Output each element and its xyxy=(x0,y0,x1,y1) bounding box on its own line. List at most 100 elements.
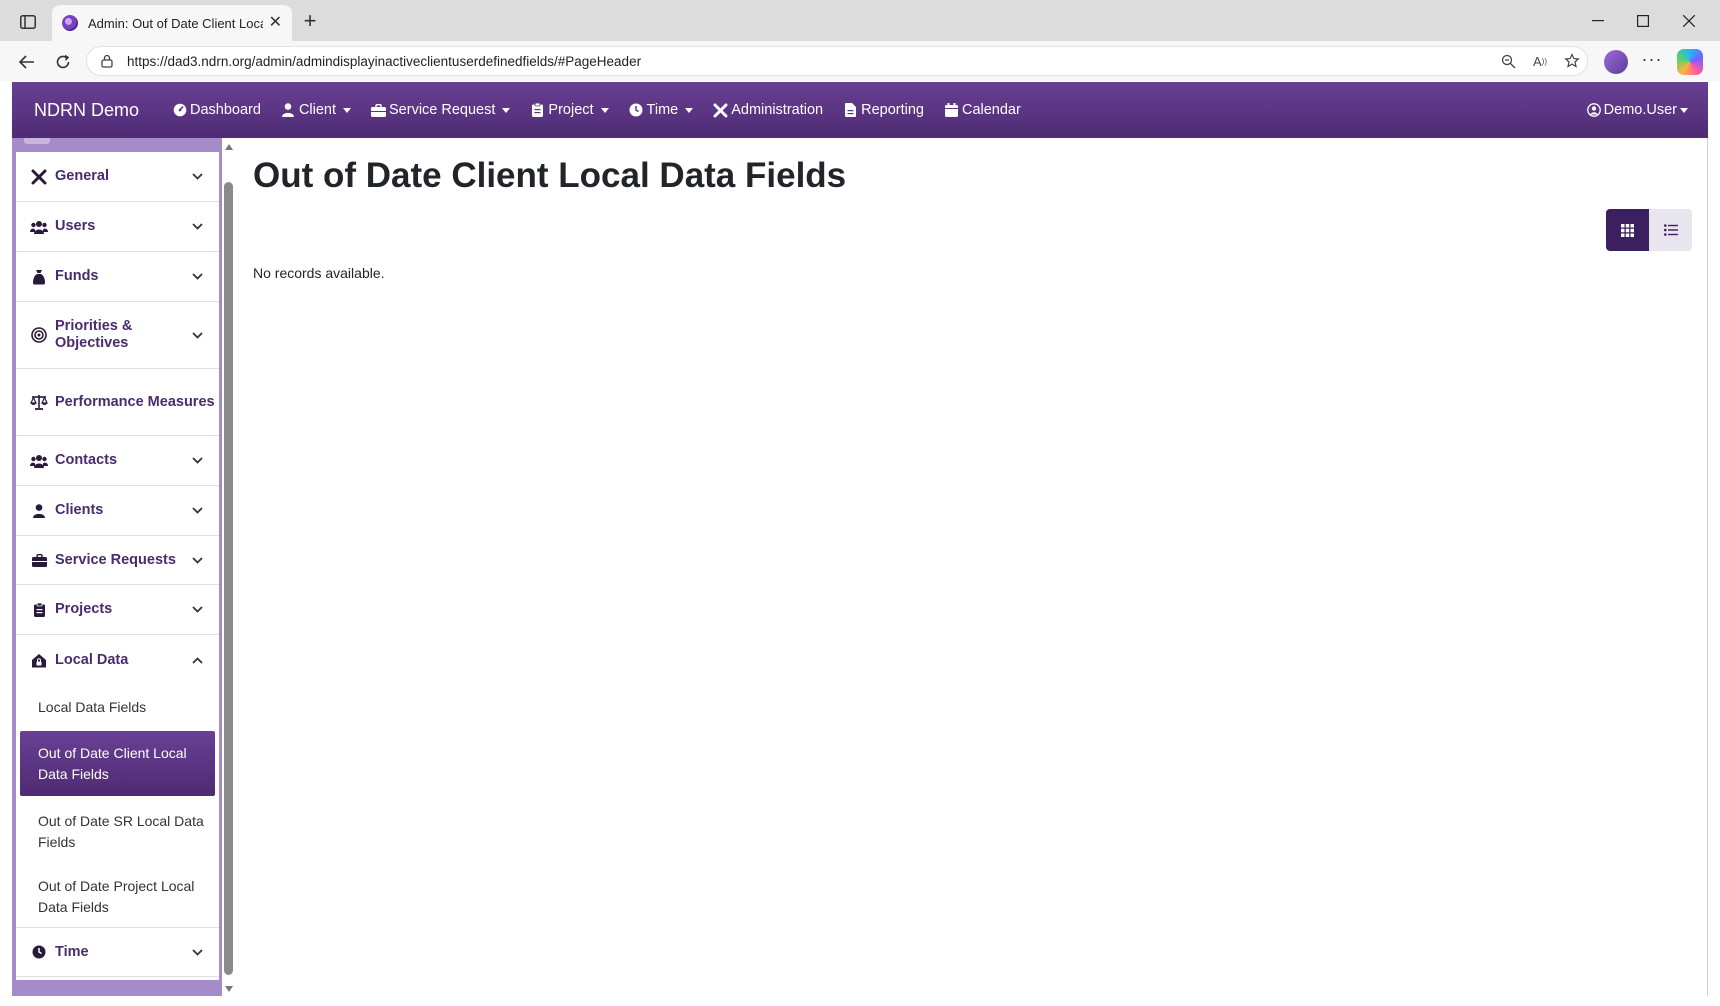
dashboard-icon xyxy=(172,103,187,118)
grid-icon xyxy=(1621,223,1634,237)
brand-link[interactable]: NDRN Demo xyxy=(34,82,139,138)
sidebar-item-funds[interactable]: Funds xyxy=(16,252,219,302)
chevron-down-icon xyxy=(189,503,205,519)
sidebar-item-label: Users xyxy=(55,218,96,234)
tab-actions-icon[interactable] xyxy=(14,11,42,33)
sidebar-item-label: Service Requests xyxy=(55,551,176,568)
sidebar-subitem-out-of-date-client-local-data-fields[interactable]: Out of Date Client Local Data Fields xyxy=(20,731,215,796)
user-circle-icon xyxy=(1586,103,1601,117)
nav-project-label: Project xyxy=(548,102,594,118)
chevron-down-icon xyxy=(343,107,352,113)
sidebar-subitem-out-of-date-sr-local-data-fields[interactable]: Out of Date SR Local Data Fields xyxy=(16,801,219,863)
clipboard-icon xyxy=(530,103,545,118)
nav-administration-label: Administration xyxy=(731,102,824,118)
sidebar-item-label: Funds xyxy=(55,268,99,284)
scroll-down-icon[interactable] xyxy=(225,986,233,992)
clock-icon xyxy=(629,103,644,118)
chevron-down-icon xyxy=(189,453,205,469)
user-icon xyxy=(30,502,48,520)
nav-administration[interactable]: Administration xyxy=(713,102,823,118)
nav-project[interactable]: Project xyxy=(530,102,609,118)
zoom-icon[interactable] xyxy=(1496,49,1520,73)
profile-avatar[interactable] xyxy=(1604,50,1628,74)
sidebar-item-clients[interactable]: Clients xyxy=(16,486,219,536)
sidebar-item-projects[interactable]: Projects xyxy=(16,585,219,635)
chevron-down-icon xyxy=(685,107,694,113)
sidebar-item-label: Local Data xyxy=(55,651,129,668)
sidebar-scrollbar[interactable] xyxy=(224,140,235,992)
nav-client[interactable]: Client xyxy=(281,102,352,118)
nav-dashboard-label: Dashboard xyxy=(190,102,261,118)
clipboard-icon xyxy=(30,601,48,619)
chevron-down-icon xyxy=(189,327,205,343)
sidebar-subitem-local-data-fields[interactable]: Local Data Fields xyxy=(16,689,219,725)
sidebar-item-service-requests[interactable]: Service Requests xyxy=(16,536,219,585)
back-button[interactable] xyxy=(14,49,40,75)
empty-state-message: No records available. xyxy=(253,265,385,281)
sidebar-accordion: General Users Funds Priorities & Objecti… xyxy=(16,152,219,980)
browser-tab-active[interactable]: Admin: Out of Date Client Local Data Fie… xyxy=(52,5,292,41)
briefcase-icon xyxy=(371,103,387,118)
scrollbar-thumb[interactable] xyxy=(224,182,233,975)
sidebar-item-local-data[interactable]: Local Data xyxy=(16,635,219,685)
users-icon xyxy=(30,452,48,470)
chevron-down-icon xyxy=(189,552,205,568)
sidebar-item-label: General xyxy=(55,168,109,184)
tools-icon xyxy=(30,168,48,186)
grid-view-button[interactable] xyxy=(1606,209,1649,251)
site-info-icon[interactable] xyxy=(99,53,115,69)
new-tab-button[interactable]: + xyxy=(297,9,323,35)
reload-button[interactable] xyxy=(50,49,76,75)
user-menu-label: Demo.User xyxy=(1603,102,1677,118)
list-view-button[interactable] xyxy=(1649,209,1692,251)
sidebar-item-priorities-objectives[interactable]: Priorities & Objectives xyxy=(16,302,219,369)
page-title: Out of Date Client Local Data Fields xyxy=(253,156,847,195)
browser-tab-title: Admin: Out of Date Client Local Data Fie… xyxy=(88,15,263,31)
house-lock-icon xyxy=(30,651,48,669)
sidebar-item-users[interactable]: Users xyxy=(16,202,219,252)
sidebar-item-general[interactable]: General xyxy=(16,152,219,202)
chevron-down-icon xyxy=(189,944,205,960)
more-options-icon[interactable]: ··· xyxy=(1640,50,1664,74)
site-favicon-icon xyxy=(62,15,78,31)
chevron-up-icon xyxy=(189,652,205,668)
calendar-icon xyxy=(944,103,959,118)
url-text: https://dad3.ndrn.org/admin/admindisplay… xyxy=(127,53,642,69)
favorite-star-icon[interactable] xyxy=(1560,49,1584,73)
list-icon xyxy=(1663,224,1678,236)
chevron-down-icon xyxy=(189,219,205,235)
nav-time[interactable]: Time xyxy=(629,102,694,118)
sidebar-item-label: Clients xyxy=(55,502,104,518)
nav-dashboard[interactable]: Dashboard xyxy=(172,102,261,118)
maximize-window-button[interactable] xyxy=(1623,8,1663,34)
nav-service-request-label: Service Request xyxy=(389,102,496,118)
money-bag-icon xyxy=(30,268,48,286)
nav-calendar[interactable]: Calendar xyxy=(944,102,1021,118)
chevron-down-icon xyxy=(189,602,205,618)
main-nav-menu: Dashboard Client Service Request Project… xyxy=(172,82,1041,138)
copilot-icon[interactable] xyxy=(1677,49,1703,75)
user-menu[interactable]: Demo.User xyxy=(1586,82,1688,138)
close-window-button[interactable] xyxy=(1669,8,1709,34)
user-icon xyxy=(281,103,296,118)
sidebar-item-time[interactable]: Time xyxy=(16,927,219,977)
view-mode-toggle xyxy=(1606,209,1692,251)
minimize-window-button[interactable] xyxy=(1578,8,1618,34)
close-tab-icon[interactable]: ✕ xyxy=(269,15,282,31)
scale-icon xyxy=(30,393,48,411)
app-frame xyxy=(12,82,1708,996)
nav-time-label: Time xyxy=(646,102,679,118)
sidebar-item-label: Contacts xyxy=(55,452,118,468)
nav-service-request[interactable]: Service Request xyxy=(371,102,511,118)
chevron-down-icon xyxy=(1680,107,1688,113)
nav-reporting[interactable]: Reporting xyxy=(843,102,924,118)
sidebar-item-contacts[interactable]: Contacts xyxy=(16,436,219,486)
nav-reporting-label: Reporting xyxy=(861,102,924,118)
scroll-up-icon[interactable] xyxy=(225,144,233,150)
read-aloud-icon[interactable]: A)) xyxy=(1528,49,1552,73)
sidebar-subitem-out-of-date-project-local-data-fields[interactable]: Out of Date Project Local Data Fields xyxy=(16,865,219,929)
url-field[interactable]: https://dad3.ndrn.org/admin/admindisplay… xyxy=(86,46,1588,76)
nav-calendar-label: Calendar xyxy=(961,102,1021,118)
sidebar-collapse-handle[interactable] xyxy=(24,138,50,144)
sidebar-item-performance-measures[interactable]: Performance Measures xyxy=(16,369,219,436)
